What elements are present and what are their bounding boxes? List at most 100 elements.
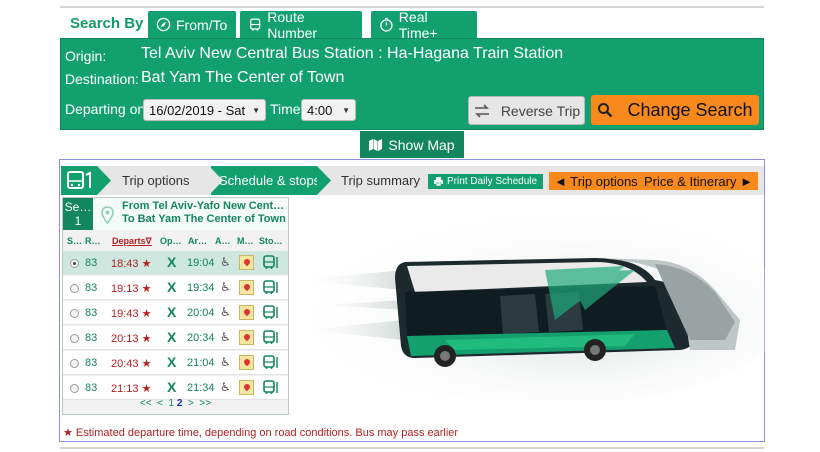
row-radio[interactable] xyxy=(70,334,79,343)
reverse-trip-button[interactable]: Reverse Trip xyxy=(468,96,585,125)
change-search-label: Change Search xyxy=(627,99,753,120)
wheelchair-icon: ♿ xyxy=(220,380,231,394)
pager-next[interactable]: > xyxy=(188,398,194,409)
destination-label: Destination: xyxy=(65,71,139,87)
reverse-trip-label: Reverse Trip xyxy=(500,102,581,119)
row-departs: 18:43 ★ xyxy=(111,258,152,270)
row-arrives: 20:04 xyxy=(187,307,215,319)
destination-value: Bat Yam The Center of Town xyxy=(141,69,345,86)
table-row[interactable]: 83 19:13 ★ X 19:34 ♿ xyxy=(63,276,288,300)
stops-bus-icon[interactable] xyxy=(263,305,279,325)
table-row[interactable]: 83 21:13 ★ X 21:34 ♿ xyxy=(63,376,288,400)
row-arrives: 19:04 xyxy=(187,257,215,269)
change-search-button[interactable]: Change Search xyxy=(591,95,759,125)
stops-bus-icon[interactable] xyxy=(263,255,279,275)
stops-bus-icon[interactable] xyxy=(263,280,279,300)
print-schedule-button[interactable]: Print Daily Schedule xyxy=(428,174,544,189)
stops-bus-icon[interactable] xyxy=(263,330,279,350)
map-pin-icon[interactable] xyxy=(239,380,254,395)
tab-from-to[interactable]: From/To xyxy=(148,11,236,38)
operator-logo-icon: X xyxy=(167,304,177,320)
estimate-footnote: ★ Estimated departure time, depending on… xyxy=(63,427,459,439)
schedule-table: Se… 1 From Tel Aviv-Yafo New Cent… To Ba… xyxy=(62,197,289,415)
table-row[interactable]: 83 18:43 ★ X 19:04 ♿ xyxy=(63,251,288,275)
time-select[interactable]: 4:00 ▼ xyxy=(301,99,356,121)
row-radio[interactable] xyxy=(70,309,79,318)
search-icon xyxy=(598,103,613,118)
col-route: R… xyxy=(85,236,101,246)
tab-label: Real Time+ xyxy=(398,8,438,41)
show-map-button[interactable]: Show Map xyxy=(360,131,464,158)
stops-bus-icon[interactable] xyxy=(263,355,279,375)
bottom-strip xyxy=(60,447,764,452)
row-arrives: 19:34 xyxy=(187,282,215,294)
map-pin-icon[interactable] xyxy=(239,330,254,345)
origin-value: Tel Aviv New Central Bus Station : Ha-Ha… xyxy=(141,45,564,62)
col-arrives: Ar… xyxy=(188,236,208,246)
row-radio[interactable] xyxy=(70,359,79,368)
wheelchair-icon: ♿ xyxy=(220,330,231,344)
step-trip-options[interactable]: Trip options xyxy=(122,166,189,195)
row-route: 83 xyxy=(85,382,98,394)
search-tabs: Search By From/To Route Number Real Time… xyxy=(60,8,764,41)
segment-number: 1 xyxy=(74,214,82,228)
row-departs: 21:13 ★ xyxy=(111,383,152,395)
time-value: 4:00 xyxy=(307,102,333,118)
pager-first[interactable]: << xyxy=(140,398,152,409)
row-route: 83 xyxy=(85,307,98,319)
row-route: 83 xyxy=(85,332,98,344)
wheelchair-icon: ♿ xyxy=(220,355,231,369)
tab-route-number[interactable]: Route Number xyxy=(240,9,362,41)
pager-last[interactable]: >> xyxy=(199,398,211,409)
operator-logo-icon: X xyxy=(167,329,177,345)
segment-box: Se… 1 xyxy=(63,198,93,230)
col-departs[interactable]: Departs∇ xyxy=(112,236,152,247)
operator-logo-icon: X xyxy=(167,354,177,370)
row-route: 83 xyxy=(85,257,98,269)
table-row[interactable]: 83 19:43 ★ X 20:04 ♿ xyxy=(63,301,288,325)
row-departs: 19:13 ★ xyxy=(111,283,152,295)
segment-from: From Tel Aviv-Yafo New Cent… xyxy=(122,200,285,212)
step-schedule-stops[interactable]: Schedule & stops xyxy=(219,166,320,195)
col-stops: Sto… xyxy=(259,236,283,246)
pager-page-1[interactable]: 1 xyxy=(169,398,175,409)
map-pin-icon[interactable] xyxy=(239,280,254,295)
date-select[interactable]: 16/02/2019 - Sat ▼ xyxy=(143,99,266,121)
stops-bus-icon[interactable] xyxy=(263,380,279,400)
bus-icon xyxy=(250,18,261,31)
row-route: 83 xyxy=(85,357,98,369)
search-by-label: Search By xyxy=(70,15,144,32)
map-pin-icon[interactable] xyxy=(239,255,254,270)
map-pin-icon[interactable] xyxy=(239,305,254,320)
map-pin-icon[interactable] xyxy=(239,355,254,370)
table-row[interactable]: 83 20:43 ★ X 21:04 ♿ xyxy=(63,351,288,375)
pager-prev[interactable]: < xyxy=(157,398,163,409)
swap-icon xyxy=(474,103,489,118)
row-radio[interactable] xyxy=(70,384,79,393)
row-radio[interactable] xyxy=(70,259,79,268)
col-map: M… xyxy=(237,236,254,246)
row-arrives: 21:34 xyxy=(187,382,215,394)
show-map-label: Show Map xyxy=(388,136,455,153)
stopwatch-icon xyxy=(380,17,393,32)
operator-logo-icon: X xyxy=(167,254,177,270)
segment-from-to: From Tel Aviv-Yafo New Cent… To Bat Yam … xyxy=(122,200,286,226)
row-departs: 20:13 ★ xyxy=(111,333,152,345)
table-row[interactable]: 83 20:13 ★ X 20:34 ♿ xyxy=(63,326,288,350)
price-itinerary-button[interactable]: Price & Itinerary ► xyxy=(639,172,758,190)
step-trip-summary[interactable]: Trip summary xyxy=(341,166,420,195)
col-accessible: A… xyxy=(215,236,231,246)
row-radio[interactable] xyxy=(70,284,79,293)
step-bus-icon xyxy=(61,166,97,195)
step-breadcrumbs: Trip options Schedule & stops Trip summa… xyxy=(61,166,764,195)
print-schedule-label: Print Daily Schedule xyxy=(447,176,538,187)
location-pin-icon xyxy=(101,206,114,224)
tab-real-time[interactable]: Real Time+ xyxy=(371,8,477,41)
chevron-down-icon: ▼ xyxy=(342,105,350,115)
segment-header: Se… 1 From Tel Aviv-Yafo New Cent… To Ba… xyxy=(63,198,288,230)
prev-trip-options-button[interactable]: ◄ Trip options xyxy=(549,172,643,190)
wheelchair-icon: ♿ xyxy=(220,305,231,319)
pager: << < 1 2 > >> xyxy=(63,398,288,409)
segment-label: Se… xyxy=(64,200,92,214)
segment-to: To Bat Yam The Center of Town xyxy=(122,213,286,225)
